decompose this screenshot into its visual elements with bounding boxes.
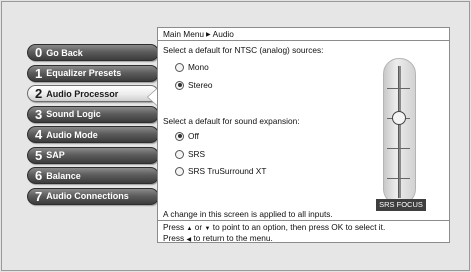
option-label: Off: [188, 131, 199, 141]
menu-item-balance[interactable]: 6 Balance: [27, 167, 159, 184]
expansion-option-srs[interactable]: SRS: [175, 149, 205, 159]
radio-icon: [175, 166, 184, 176]
audio-menu: 0 Go Back 1 Equalizer Presets 2 Audio Pr…: [27, 44, 159, 208]
slider-tick: [387, 88, 410, 89]
help-text: Press ▲ or ▼ to point to an option, then…: [158, 220, 449, 243]
help-or: or: [194, 222, 203, 232]
menu-item-number: 3: [35, 106, 43, 122]
menu-item-label: Audio Mode: [46, 129, 98, 140]
help-press: Press: [163, 222, 185, 232]
expansion-option-srs-trusurround-xt[interactable]: SRS TruSurround XT: [175, 166, 266, 176]
menu-item-number: 6: [35, 168, 43, 183]
menu-item-equalizer-presets[interactable]: 1 Equalizer Presets: [27, 64, 159, 82]
ntsc-option-mono[interactable]: Mono: [175, 62, 209, 72]
breadcrumb-root: Main Menu: [163, 29, 205, 39]
down-arrow-icon: ▼: [204, 226, 211, 232]
ntsc-question: Select a default for NTSC (analog) sourc…: [163, 45, 324, 55]
slider-thumb[interactable]: [392, 111, 406, 125]
radio-selected-icon: [175, 80, 184, 90]
ntsc-option-stereo[interactable]: Stereo: [175, 80, 212, 90]
menu-item-label: SAP: [46, 150, 65, 160]
menu-item-audio-mode[interactable]: 4 Audio Mode: [27, 126, 159, 143]
menu-item-audio-processor[interactable]: 2 Audio Processor: [27, 85, 159, 102]
menu-item-go-back[interactable]: 0 Go Back: [27, 44, 159, 61]
menu-item-label: Sound Logic: [46, 109, 101, 119]
menu-item-number: 1: [35, 65, 43, 81]
up-arrow-icon: ▲: [186, 226, 193, 232]
menu-item-number: 4: [35, 127, 43, 142]
radio-icon: [175, 149, 184, 159]
menu-item-number: 7: [35, 188, 43, 204]
option-label: SRS TruSurround XT: [188, 166, 267, 176]
help-line-2-text: to return to the menu.: [193, 233, 273, 243]
breadcrumb-arrow-icon: ▶: [206, 32, 211, 38]
menu-item-sound-logic[interactable]: 3 Sound Logic: [27, 105, 159, 123]
srs-focus-label: SRS FOCUS: [376, 199, 426, 211]
menu-item-label: Audio Processor: [46, 88, 119, 99]
menu-item-label: Balance: [46, 170, 81, 181]
menu-item-number: 5: [35, 147, 43, 163]
option-label: Stereo: [188, 80, 213, 90]
option-label: SRS: [188, 149, 206, 159]
option-label: Mono: [188, 62, 209, 72]
slider-tick: [387, 178, 410, 179]
breadcrumb-current: Audio: [212, 29, 234, 39]
radio-selected-icon: [175, 131, 184, 141]
menu-item-label: Equalizer Presets: [46, 68, 122, 78]
left-arrow-icon: ◀: [186, 237, 192, 243]
radio-icon: [175, 62, 184, 72]
help-line-1-text: to point to an option, then press OK to …: [212, 222, 386, 232]
audio-processor-panel: Main Menu ▶ Audio Select a default for NTS…: [157, 27, 450, 243]
menu-item-label: Go Back: [46, 47, 83, 58]
menu-item-audio-connections[interactable]: 7 Audio Connections: [27, 187, 159, 205]
settings-note: A change in this screen is applied to al…: [163, 209, 333, 219]
menu-item-number: 0: [35, 45, 43, 60]
expansion-option-off[interactable]: Off: [175, 131, 199, 141]
menu-item-sap[interactable]: 5 SAP: [27, 146, 159, 164]
help-press: Press: [163, 233, 185, 243]
breadcrumb: Main Menu ▶ Audio: [158, 28, 449, 41]
slider-tick: [387, 148, 410, 149]
help-line-2: Press ◀ to return to the menu.: [163, 234, 444, 245]
menu-item-number: 2: [35, 86, 43, 101]
menu-item-label: Audio Connections: [46, 191, 129, 201]
selection-pointer-icon: [148, 89, 157, 105]
expansion-question: Select a default for sound expansion:: [163, 116, 300, 126]
